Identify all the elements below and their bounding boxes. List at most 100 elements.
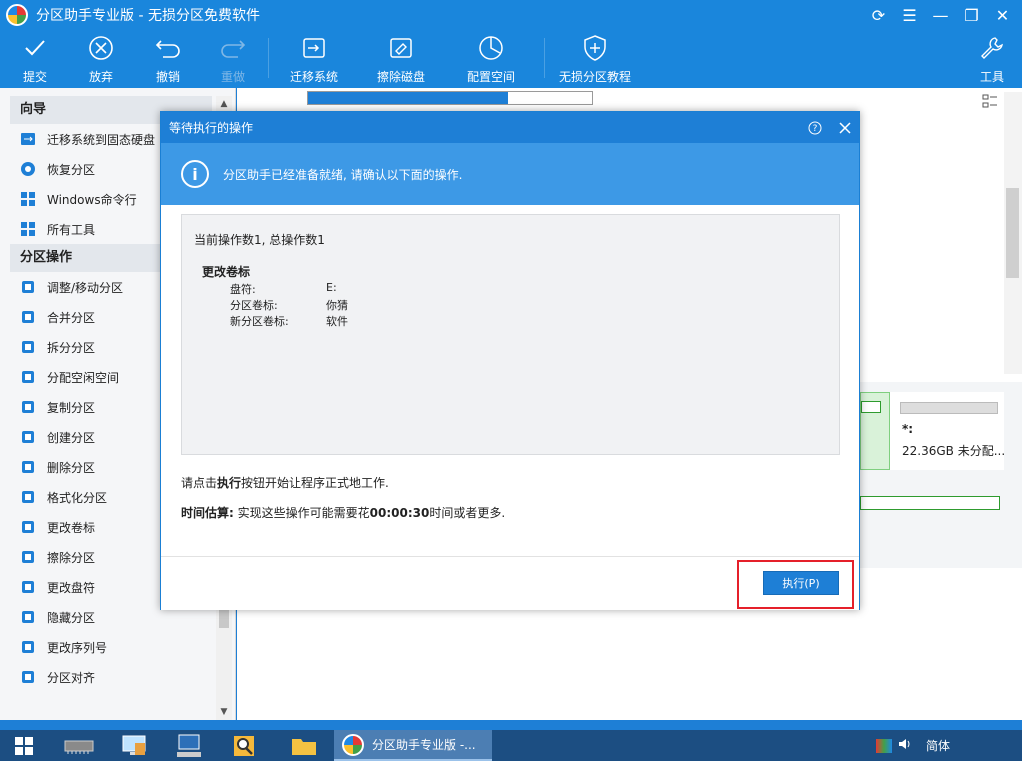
redo-button[interactable]: 重做 [218,34,248,85]
sidebar-item-label: 更改盘符 [47,580,96,595]
sidebar-item-label: 所有工具 [47,222,96,237]
dialog-title-bar: 等待执行的操作 ? [161,112,859,143]
sidebar-item[interactable]: 分区对齐 [10,662,212,692]
start-button[interactable] [0,730,48,761]
sidebar-item-label: 创建分区 [47,430,96,445]
pending-operations-dialog: 等待执行的操作 ? i 分区助手已经准备就绪, 请确认以下面的操作. 当前操作数… [160,111,860,610]
delete-icon [20,459,36,475]
monitor-keyboard-icon[interactable] [165,730,213,761]
tutorial-button[interactable]: 无损分区教程 [559,34,631,85]
ime-indicator[interactable]: 简体 [926,737,950,754]
dialog-footer: 执行(P) [161,556,859,610]
app-logo-icon [342,733,364,756]
operation-title: 更改卷标 [202,265,251,279]
dialog-close-button[interactable] [832,112,858,143]
sidebar-item-label: 分区对齐 [47,670,96,685]
view-toggle-icon[interactable] [982,94,998,110]
migrate-os-button[interactable]: 迁移系统 [290,34,338,85]
sidebar-item-label: 格式化分区 [47,490,108,505]
close-button[interactable]: ✕ [987,6,1018,25]
resize-icon [20,279,36,295]
unallocated-block[interactable]: *: 22.36GB 未分配... [890,392,1006,470]
sidebar-item-label: 分配空闲空间 [47,370,120,385]
undo-icon [153,34,183,62]
app-logo-icon [6,4,28,26]
scroll-thumb[interactable] [219,608,229,628]
system-tray: 简体 [875,730,1022,761]
wipe-disk-button[interactable]: 擦除磁盘 [377,34,425,85]
unallocated-size: 22.36GB 未分配... [902,444,1006,458]
sidebar-item-label: 擦除分区 [47,550,96,565]
restore-button[interactable]: ❐ [956,6,987,25]
computer-icon[interactable] [110,730,158,761]
menu-icon[interactable]: ☰ [894,6,925,25]
drive-letter-icon [20,579,36,595]
wrench-icon [977,34,1007,62]
window-title: 分区助手专业版 - 无损分区免费软件 [36,8,260,24]
hide-icon [20,609,36,625]
search-magnifier-icon[interactable] [220,730,268,761]
create-icon [20,429,36,445]
memory-chip-icon[interactable] [55,730,103,761]
sidebar-item-label: 迁移系统到固态硬盘 [47,132,156,147]
cancel-circle-icon [86,34,116,62]
sidebar-item-label: 更改序列号 [47,640,108,655]
label-icon [20,519,36,535]
wipe-disk-icon [386,34,416,62]
migrate-ssd-icon [20,131,36,147]
windows-icon [20,191,36,207]
color-icon[interactable] [875,738,892,753]
undo-button[interactable]: 撤销 [153,34,183,85]
shield-plus-icon [580,34,610,62]
operation-detail-row: 新分区卷标: 软件 [230,315,348,328]
taskbar: 分区助手专业版 -... 简体 [0,730,1022,761]
partition-usage-bar [307,91,593,105]
redo-icon [218,34,248,62]
operation-detail-row: 盘符: E: [230,281,337,296]
all-tools-icon [20,221,36,237]
dialog-title: 等待执行的操作 [169,121,254,135]
allocate-icon [20,369,36,385]
scroll-down-icon[interactable]: ▼ [216,704,232,720]
operations-count: 当前操作数1, 总操作数1 [194,233,325,247]
recover-partition-icon [20,161,36,177]
taskbar-app-label: 分区助手专业版 -... [372,738,476,752]
sidebar-item-label: Windows命令行 [47,192,137,207]
info-icon: i [181,160,209,188]
taskbar-partition-assistant[interactable]: 分区助手专业版 -... [334,730,492,761]
partition-bar [860,496,1000,510]
commit-button[interactable]: 提交 [20,34,50,85]
format-icon [20,489,36,505]
copy-icon [20,399,36,415]
operations-list: 当前操作数1, 总操作数1 更改卷标 盘符: E: 分区卷标: 你猜 新分区卷标… [181,214,840,455]
svg-text:?: ? [813,124,818,134]
help-icon[interactable]: ? [802,112,828,143]
check-icon [20,34,50,62]
minimize-button[interactable]: — [925,6,956,25]
title-bar: 分区助手专业版 - 无损分区免费软件 ⟳ ☰ — ❐ ✕ [0,0,1022,30]
partition-block[interactable] [860,392,890,470]
sidebar-item-label: 恢复分区 [47,162,96,177]
sidebar-item-label: 删除分区 [47,460,96,475]
sidebar-item-label: 更改卷标 [47,520,96,535]
speaker-icon[interactable] [898,737,912,754]
main-scrollbar[interactable] [1004,92,1022,374]
wipe-icon [20,549,36,565]
unallocated-label: *: [902,422,914,436]
tools-button[interactable]: 工具 [977,34,1007,85]
sidebar-item[interactable]: 更改序列号 [10,632,212,662]
sidebar-item-label: 复制分区 [47,400,96,415]
sidebar-item-label: 隐藏分区 [47,610,96,625]
merge-icon [20,309,36,325]
toolbar: 提交 放弃 撤销 重做 迁移系统 擦除磁盘 配置空间 无损分区教程 工具 [0,30,1022,88]
dialog-banner: i 分区助手已经准备就绪, 请确认以下面的操作. [161,143,859,205]
time-estimate: 时间估算: 实现这些操作可能需要花00:00:30时间或者更多. [181,506,506,520]
scroll-up-icon[interactable]: ▲ [216,96,232,112]
folder-icon[interactable] [280,730,328,761]
refresh-icon[interactable]: ⟳ [863,6,894,25]
allocate-space-button[interactable]: 配置空间 [467,34,515,85]
pie-chart-icon [476,34,506,62]
discard-button[interactable]: 放弃 [86,34,116,85]
sidebar-item-label: 合并分区 [47,310,96,325]
execute-button[interactable]: 执行(P) [763,571,839,595]
